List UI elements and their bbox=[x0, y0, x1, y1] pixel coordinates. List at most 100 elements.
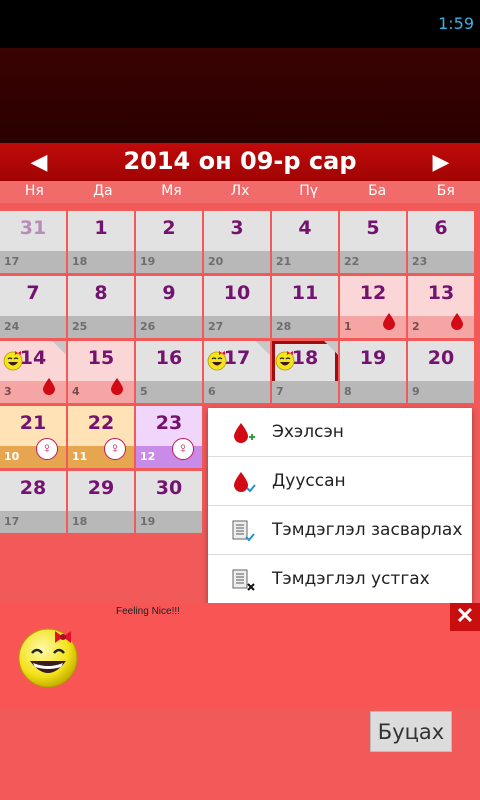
weekday-label: Да bbox=[93, 183, 113, 199]
calendar-day-cell[interactable]: 17 6 bbox=[204, 341, 270, 403]
day-number: 4 bbox=[298, 217, 312, 239]
ovulation-icon: ♀ bbox=[172, 438, 194, 460]
calendar-day-cell[interactable]: 11 28 bbox=[272, 276, 338, 338]
weekday-header: Ня Да Мя Лх Пү Ба Бя bbox=[0, 181, 480, 203]
back-button[interactable]: Буцах bbox=[370, 711, 452, 752]
menu-item-ended[interactable]: Дууссан bbox=[208, 457, 472, 506]
cycle-day-number: 12 bbox=[140, 450, 156, 463]
blood-drop-icon bbox=[111, 378, 123, 395]
day-number: 2 bbox=[162, 217, 176, 239]
calendar-day-cell[interactable]: 30 19 bbox=[136, 471, 202, 533]
month-title: 2014 он 09-р сар bbox=[123, 147, 357, 175]
day-number: 8 bbox=[94, 282, 108, 304]
weekday-label: Лх bbox=[230, 183, 250, 199]
calendar-day-cell[interactable]: 1 18 bbox=[68, 211, 134, 273]
day-number: 1 bbox=[94, 217, 108, 239]
cycle-day-number: 11 bbox=[72, 450, 88, 463]
calendar-day-cell[interactable]: 7 24 bbox=[0, 276, 66, 338]
day-number: 29 bbox=[87, 477, 115, 499]
cycle-day-number: 2 bbox=[412, 320, 420, 333]
cycle-day-number: 8 bbox=[344, 385, 352, 398]
menu-item-started[interactable]: Эхэлсэн bbox=[208, 408, 472, 457]
weekday-label: Ня bbox=[24, 183, 44, 199]
day-number: 5 bbox=[366, 217, 380, 239]
context-menu: Эхэлсэн Дууссан Тэмдэглэл засварлах Тэмд… bbox=[208, 408, 472, 603]
calendar-day-cell[interactable]: 14 3 bbox=[0, 341, 66, 403]
note-text: Feeling Nice!!! bbox=[116, 606, 180, 617]
header-band bbox=[0, 48, 480, 143]
calendar-day-cell[interactable]: 22 11 ♀ bbox=[68, 406, 134, 468]
status-bar: 1:59 bbox=[0, 0, 480, 48]
calendar-day-cell[interactable]: 19 8 bbox=[340, 341, 406, 403]
calendar-day-cell[interactable]: 6 23 bbox=[408, 211, 474, 273]
day-number: 15 bbox=[87, 347, 115, 369]
cycle-day-number: 18 bbox=[72, 255, 88, 268]
calendar-day-cell[interactable]: 28 17 bbox=[0, 471, 66, 533]
cycle-day-number: 26 bbox=[140, 320, 156, 333]
ovulation-icon: ♀ bbox=[104, 438, 126, 460]
day-number: 11 bbox=[291, 282, 319, 304]
happy-smiley-icon bbox=[18, 628, 78, 688]
blood-drop-icon bbox=[43, 378, 55, 395]
menu-item-edit-note[interactable]: Тэмдэглэл засварлах bbox=[208, 506, 472, 555]
calendar-day-cell[interactable]: 13 2 bbox=[408, 276, 474, 338]
blood-drop-icon bbox=[451, 313, 463, 330]
weekday-label: Ба bbox=[368, 183, 387, 199]
weekday-label: Бя bbox=[436, 183, 455, 199]
cycle-day-number: 27 bbox=[208, 320, 224, 333]
day-number: 31 bbox=[19, 217, 47, 239]
note-delete-icon bbox=[232, 569, 255, 591]
day-number: 3 bbox=[230, 217, 244, 239]
menu-label-edit-note: Тэмдэглэл засварлах bbox=[272, 520, 463, 540]
footer: Буцах bbox=[0, 708, 480, 800]
calendar-day-cell[interactable]: 20 9 bbox=[408, 341, 474, 403]
cycle-day-number: 18 bbox=[72, 515, 88, 528]
day-number: 7 bbox=[26, 282, 40, 304]
day-number: 28 bbox=[19, 477, 47, 499]
day-number: 16 bbox=[155, 347, 183, 369]
calendar-day-cell[interactable]: 15 4 bbox=[68, 341, 134, 403]
calendar-day-cell[interactable]: 5 22 bbox=[340, 211, 406, 273]
cycle-day-number: 20 bbox=[208, 255, 224, 268]
month-header: ◀ 2014 он 09-р сар ▶ bbox=[0, 143, 480, 181]
calendar-day-cell[interactable]: 31 17 bbox=[0, 211, 66, 273]
calendar-day-cell[interactable]: 12 1 bbox=[340, 276, 406, 338]
weekday-label: Мя bbox=[161, 183, 182, 199]
mood-smiley-icon bbox=[3, 351, 23, 371]
cycle-day-number: 9 bbox=[412, 385, 420, 398]
calendar-day-cell[interactable]: 18 7 bbox=[272, 341, 338, 403]
calendar-day-cell[interactable]: 16 5 bbox=[136, 341, 202, 403]
calendar-day-cell[interactable]: 2 19 bbox=[136, 211, 202, 273]
cycle-day-number: 23 bbox=[412, 255, 428, 268]
calendar-day-cell[interactable]: 8 25 bbox=[68, 276, 134, 338]
day-number: 13 bbox=[427, 282, 455, 304]
cycle-day-number: 10 bbox=[4, 450, 20, 463]
cycle-day-number: 17 bbox=[4, 515, 20, 528]
day-number: 6 bbox=[434, 217, 448, 239]
calendar-day-cell[interactable]: 23 12 ♀ bbox=[136, 406, 202, 468]
day-number: 10 bbox=[223, 282, 251, 304]
menu-label-started: Эхэлсэн bbox=[272, 422, 344, 442]
day-number: 20 bbox=[427, 347, 455, 369]
calendar-day-cell[interactable]: 3 20 bbox=[204, 211, 270, 273]
day-number: 9 bbox=[162, 282, 176, 304]
cycle-day-number: 1 bbox=[344, 320, 352, 333]
note-close-button[interactable]: ✕ bbox=[450, 603, 480, 631]
cycle-day-number: 17 bbox=[4, 255, 20, 268]
cycle-day-number: 19 bbox=[140, 255, 156, 268]
ovulation-icon: ♀ bbox=[36, 438, 58, 460]
calendar-day-cell[interactable]: 10 27 bbox=[204, 276, 270, 338]
next-month-button[interactable]: ▶ bbox=[421, 145, 461, 179]
drop-check-icon bbox=[234, 472, 256, 493]
menu-item-delete-note[interactable]: Тэмдэглэл устгах bbox=[208, 555, 472, 604]
cycle-day-number: 24 bbox=[4, 320, 20, 333]
blood-drop-icon bbox=[383, 313, 395, 330]
note-edit-icon bbox=[232, 520, 255, 542]
menu-label-ended: Дууссан bbox=[272, 471, 346, 491]
calendar-day-cell[interactable]: 4 21 bbox=[272, 211, 338, 273]
calendar-day-cell[interactable]: 21 10 ♀ bbox=[0, 406, 66, 468]
day-number: 23 bbox=[155, 412, 183, 434]
calendar-day-cell[interactable]: 9 26 bbox=[136, 276, 202, 338]
day-number: 21 bbox=[19, 412, 47, 434]
calendar-day-cell[interactable]: 29 18 bbox=[68, 471, 134, 533]
